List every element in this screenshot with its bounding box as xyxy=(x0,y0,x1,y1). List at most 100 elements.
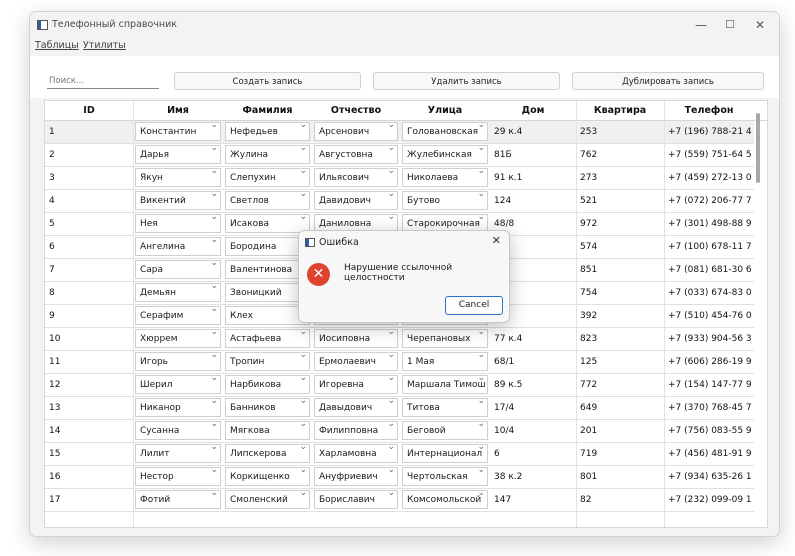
street-combo[interactable]: Титова xyxy=(402,398,488,417)
name-combo[interactable]: Дарья xyxy=(135,145,221,164)
chevron-down-icon[interactable]: ⌄ xyxy=(210,304,218,314)
name-combo[interactable]: Сара xyxy=(135,260,221,279)
cell-house[interactable]: 89 к.5 xyxy=(494,374,574,396)
cell-phone[interactable]: +7 (100) 678-11 77 xyxy=(668,236,752,258)
chevron-down-icon[interactable]: ⌄ xyxy=(387,465,395,475)
street-combo[interactable]: Интернационал xyxy=(402,444,488,463)
patronymic-combo[interactable]: Игоревна xyxy=(314,375,398,394)
cell-house[interactable]: 68/1 xyxy=(494,351,574,373)
chevron-down-icon[interactable]: ⌄ xyxy=(299,442,307,452)
patronymic-combo[interactable]: Филипповна xyxy=(314,421,398,440)
chevron-down-icon[interactable]: ⌄ xyxy=(210,465,218,475)
cell-apartment[interactable]: 823 xyxy=(580,328,662,350)
chevron-down-icon[interactable]: ⌄ xyxy=(299,488,307,498)
cell-phone[interactable]: +7 (370) 768-45 77 xyxy=(668,397,752,419)
cell-id[interactable]: 2 xyxy=(49,144,131,166)
chevron-down-icon[interactable]: ⌄ xyxy=(299,327,307,337)
cell-house[interactable]: 6 xyxy=(494,443,574,465)
surname-combo[interactable]: Слепухин xyxy=(225,168,310,187)
chevron-down-icon[interactable]: ⌄ xyxy=(299,373,307,383)
chevron-down-icon[interactable]: ⌄ xyxy=(210,373,218,383)
patronymic-combo[interactable]: Арсенович xyxy=(314,122,398,141)
chevron-down-icon[interactable]: ⌄ xyxy=(477,419,485,429)
surname-combo[interactable]: Тропин xyxy=(225,352,310,371)
surname-combo[interactable]: Исакова xyxy=(225,214,310,233)
name-combo[interactable]: Серафим xyxy=(135,306,221,325)
duplicate-record-button[interactable]: Дублировать запись xyxy=(572,72,764,90)
table-row[interactable]: 12 Шерил ⌄ Нарбикова ⌄ Игоревна ⌄ Маршала Тимош… xyxy=(45,373,754,397)
table-row[interactable]: 17 Фотий ⌄ Смоленский ⌄ Бориславич ⌄ Комсомольс… xyxy=(45,488,754,512)
street-combo[interactable]: Голованoвская xyxy=(402,122,488,141)
cell-phone[interactable]: +7 (756) 083-55 97 xyxy=(668,420,752,442)
create-record-button[interactable]: Создать запись xyxy=(174,72,361,90)
cell-id[interactable]: 6 xyxy=(49,236,131,258)
name-combo[interactable]: Хюррем xyxy=(135,329,221,348)
chevron-down-icon[interactable]: ⌄ xyxy=(477,488,485,498)
dialog-close-icon[interactable]: ✕ xyxy=(492,234,501,247)
patronymic-combo[interactable]: Харламовна xyxy=(314,444,398,463)
cell-phone[interactable]: +7 (301) 498-88 96 xyxy=(668,213,752,235)
surname-combo[interactable]: Липскерова xyxy=(225,444,310,463)
cell-phone[interactable]: +7 (510) 454-76 06 xyxy=(668,305,752,327)
cell-id[interactable]: 15 xyxy=(49,443,131,465)
table-row[interactable]: 15 Лилит ⌄ Липскерова ⌄ Харламовна ⌄ Интернацио… xyxy=(45,442,754,466)
chevron-down-icon[interactable]: ⌄ xyxy=(299,419,307,429)
chevron-down-icon[interactable]: ⌄ xyxy=(477,212,485,222)
table-row[interactable]: 2 Дарья ⌄ Жулина ⌄ Августовна ⌄ Жулебинская ⌄ 81Б… xyxy=(45,143,754,167)
street-combo[interactable]: Беговой xyxy=(402,421,488,440)
chevron-down-icon[interactable]: ⌄ xyxy=(477,166,485,176)
name-combo[interactable]: Лилит xyxy=(135,444,221,463)
cell-id[interactable]: 1 xyxy=(49,121,131,143)
cell-id[interactable]: 8 xyxy=(49,282,131,304)
name-combo[interactable]: Сусанна xyxy=(135,421,221,440)
street-combo[interactable]: 1 Мая xyxy=(402,352,488,371)
cell-apartment[interactable]: 772 xyxy=(580,374,662,396)
cell-house[interactable]: 38 к.2 xyxy=(494,466,574,488)
chevron-down-icon[interactable]: ⌄ xyxy=(477,396,485,406)
table-row[interactable]: 11 Игорь ⌄ Тропин ⌄ Ермолаевич ⌄ 1 Мая ⌄ 68/1 125 +… xyxy=(45,350,754,374)
cell-house[interactable]: 124 xyxy=(494,190,574,212)
chevron-down-icon[interactable]: ⌄ xyxy=(387,442,395,452)
cell-phone[interactable]: +7 (933) 904-56 38 xyxy=(668,328,752,350)
surname-combo[interactable]: Нефедьев xyxy=(225,122,310,141)
column-header-name[interactable]: Имя xyxy=(133,101,223,120)
column-header-surname[interactable]: Фамилия xyxy=(223,101,312,120)
chevron-down-icon[interactable]: ⌄ xyxy=(210,396,218,406)
name-combo[interactable]: Шерил xyxy=(135,375,221,394)
cell-apartment[interactable]: 719 xyxy=(580,443,662,465)
chevron-down-icon[interactable]: ⌄ xyxy=(387,327,395,337)
chevron-down-icon[interactable]: ⌄ xyxy=(299,120,307,130)
cell-phone[interactable]: +7 (033) 674-83 00 xyxy=(668,282,752,304)
cell-apartment[interactable]: 392 xyxy=(580,305,662,327)
street-combo[interactable]: Жулебинская xyxy=(402,145,488,164)
surname-combo[interactable]: Светлов xyxy=(225,191,310,210)
chevron-down-icon[interactable]: ⌄ xyxy=(210,120,218,130)
cell-apartment[interactable]: 201 xyxy=(580,420,662,442)
street-combo[interactable]: Бутово xyxy=(402,191,488,210)
chevron-down-icon[interactable]: ⌄ xyxy=(299,189,307,199)
cell-phone[interactable]: +7 (606) 286-19 90 xyxy=(668,351,752,373)
menu-tables[interactable]: Таблицы xyxy=(35,40,79,51)
surname-combo[interactable]: Смоленский xyxy=(225,490,310,509)
street-combo[interactable]: Маршала Тимош xyxy=(402,375,488,394)
chevron-down-icon[interactable]: ⌄ xyxy=(210,327,218,337)
street-combo[interactable]: Николаева xyxy=(402,168,488,187)
menu-utilities[interactable]: Утилиты xyxy=(83,40,126,51)
minimize-icon[interactable]: — xyxy=(686,16,716,34)
chevron-down-icon[interactable]: ⌄ xyxy=(477,327,485,337)
chevron-down-icon[interactable]: ⌄ xyxy=(299,350,307,360)
cell-phone[interactable]: +7 (459) 272-13 09 xyxy=(668,167,752,189)
cell-house[interactable]: 147 xyxy=(494,489,574,511)
table-row[interactable]: 3 Якун ⌄ Слепухин ⌄ Ильясович ⌄ Николаева ⌄ 91 к.… xyxy=(45,166,754,190)
chevron-down-icon[interactable]: ⌄ xyxy=(477,189,485,199)
cell-house[interactable]: 29 к.4 xyxy=(494,121,574,143)
patronymic-combo[interactable]: Ермолаевич xyxy=(314,352,398,371)
cell-id[interactable]: 3 xyxy=(49,167,131,189)
table-row[interactable]: 14 Сусанна ⌄ Мягкова ⌄ Филипповна ⌄ Беговой ⌄ 10/… xyxy=(45,419,754,443)
chevron-down-icon[interactable]: ⌄ xyxy=(210,442,218,452)
table-row[interactable]: 10 Хюррем ⌄ Астафьева ⌄ Иосиповна ⌄ Черепановых… xyxy=(45,327,754,351)
cell-phone[interactable]: +7 (232) 099-09 11 xyxy=(668,489,752,511)
chevron-down-icon[interactable]: ⌄ xyxy=(387,143,395,153)
cell-apartment[interactable]: 851 xyxy=(580,259,662,281)
cell-house[interactable]: 10/4 xyxy=(494,420,574,442)
